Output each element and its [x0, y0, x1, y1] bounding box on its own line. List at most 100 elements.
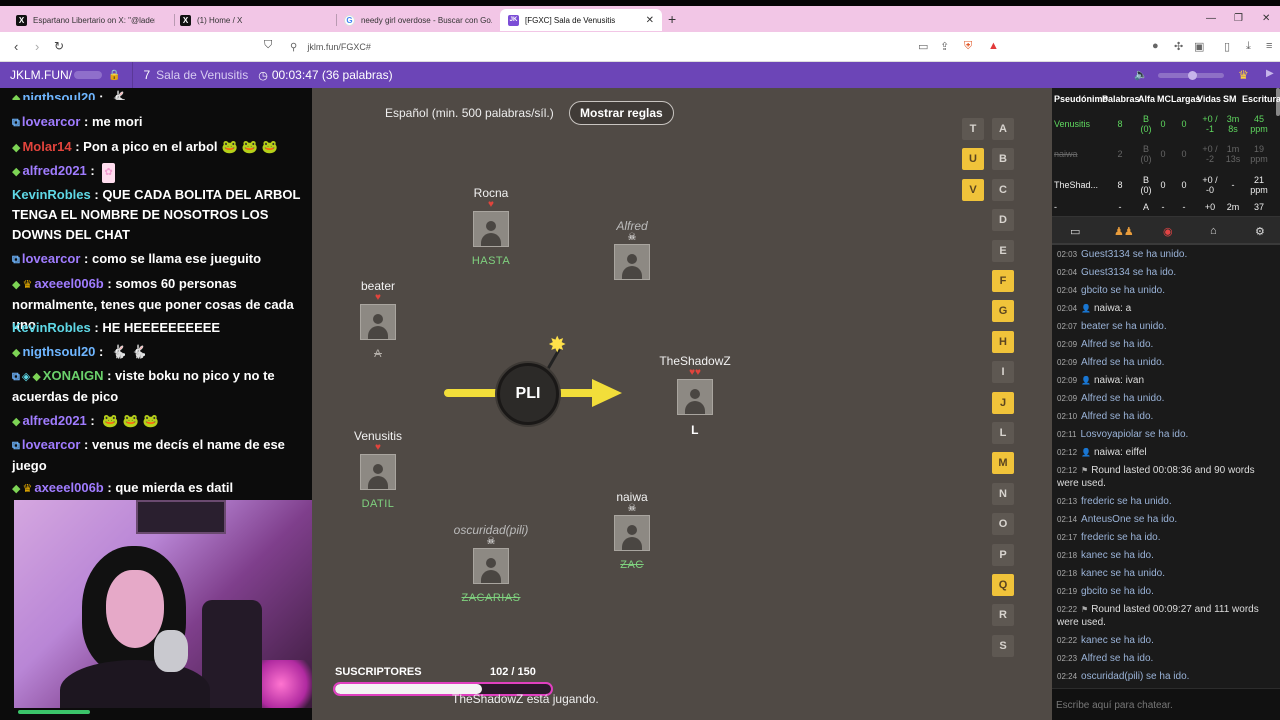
extension-icon[interactable]: ●: [1152, 40, 1159, 52]
log-text: kanec se ha unido.: [1081, 568, 1165, 579]
scoreboard-header[interactable]: SM: [1223, 94, 1237, 104]
scoreboard-header[interactable]: Vidas: [1197, 94, 1221, 104]
log-text: Alfred se ha ido.: [1081, 653, 1154, 664]
puzzle-icon[interactable]: ✣: [1174, 40, 1183, 53]
log-entry: 02:09 Alfred se ha unido.: [1057, 356, 1277, 369]
avatar: [614, 244, 650, 280]
settings-icon[interactable]: ⚙: [1255, 225, 1265, 238]
crown-icon[interactable]: ♛: [1238, 68, 1249, 82]
letter-a: A: [992, 118, 1014, 140]
chat-username: alfred2021: [22, 163, 87, 178]
screen-icon[interactable]: ▭: [918, 40, 928, 53]
player-theshadowz: TheShadowZ ♥♥ L: [635, 354, 755, 437]
log-text: gbcito se ha unido.: [1081, 285, 1165, 296]
round-icon: ⚑: [1081, 605, 1089, 614]
sidebar-icon[interactable]: ▯: [1224, 40, 1230, 53]
timer-text: 00:03:47 (36 palabras): [271, 68, 393, 82]
scoreboard-cell-alfa: A: [1142, 202, 1149, 212]
minimize-icon[interactable]: —: [1206, 13, 1216, 24]
site-info-icon[interactable]: ⚲: [290, 42, 297, 53]
log-time: 02:04: [1057, 286, 1078, 295]
volume-knob[interactable]: [1188, 71, 1197, 80]
microphone-icon: [154, 630, 188, 672]
bookmark-icon[interactable]: ⛉: [264, 39, 272, 52]
round-timer: ◷ 00:03:47 (36 palabras): [258, 68, 392, 82]
back-icon[interactable]: ‹: [14, 39, 18, 54]
player-beater: beater ♥ A: [318, 279, 438, 360]
log-entry: 02:09 👤 naiwa: ivan: [1057, 374, 1277, 387]
badge-icon: ⧉: [12, 440, 20, 452]
scoreboard-cell-sm: -: [1231, 180, 1235, 190]
close-tab-icon[interactable]: ✕: [646, 15, 654, 26]
chat-message: KevinRobles : HE HEEEEEEEEEE: [12, 320, 221, 335]
jklm-logo-icon: JK: [508, 14, 519, 26]
log-time: 02:03: [1057, 250, 1078, 259]
scoreboard-cell-largas: 0: [1181, 180, 1187, 190]
reload-icon[interactable]: ↻: [54, 39, 64, 53]
scoreboard-header[interactable]: Pseudónimo: [1054, 94, 1108, 104]
rewards-icon[interactable]: ▲: [988, 40, 999, 52]
download-icon[interactable]: ⤓: [1246, 40, 1251, 53]
scoreboard-row: TheShad... 8 B (0) 0 0 +0 / -0 - 21 ppm: [1052, 171, 1280, 199]
chat-message: ⧉ lovearcor : como se llama ese jueguito: [12, 249, 308, 270]
scoreboard-row: naiwa 2 B (0) 0 0 +0 / -2 1m 13s 19 ppm: [1052, 140, 1280, 168]
tab-google-search[interactable]: G needy girl overdose - Buscar con Go...: [336, 9, 500, 31]
avatar: [360, 454, 396, 490]
chat-tab-icon[interactable]: ▭: [1070, 225, 1080, 238]
panel-tabs: ▭ ♟♟ ◉ ⌂ ⚙: [1052, 216, 1280, 245]
log-text: naiwa: eiffel: [1094, 447, 1147, 458]
subscribers-count: 102 / 150: [490, 666, 536, 678]
tab-x-espartano[interactable]: X Espartano Libertario on X: "@ladere...: [8, 9, 175, 31]
home-tab-icon[interactable]: ⌂: [1210, 225, 1217, 237]
x-logo-icon: X: [16, 14, 27, 26]
url-field[interactable]: ⚲ jklm.fun/FGXC#: [282, 36, 1012, 58]
player-name: Rocna: [473, 186, 509, 200]
scoreboard-cell-escritura: 19 ppm: [1250, 144, 1268, 164]
log-entry: 02:12 ⚑ Round lasted 00:08:36 and 90 words…: [1057, 464, 1277, 490]
scoreboard-header[interactable]: MC: [1157, 94, 1171, 104]
log-text: frederic se ha ido.: [1081, 532, 1161, 543]
share-icon[interactable]: ⇪: [940, 40, 949, 53]
chat-username: axeeel006b: [34, 480, 104, 495]
chat-message: ◆ nigthsoul20 : 🐇 🐇: [12, 342, 308, 363]
new-tab-button[interactable]: +: [668, 11, 676, 27]
log-time: 02:18: [1057, 551, 1078, 560]
log-entry: 02:11 Losvoyapiolar se ha ido.: [1057, 428, 1277, 441]
scoreboard-header[interactable]: Palabras: [1102, 94, 1140, 104]
bunny-emote-icon: 🐇: [110, 344, 128, 359]
collapse-panel-icon[interactable]: ▶: [1266, 68, 1274, 79]
scoreboard-header[interactable]: Escritura: [1242, 94, 1280, 104]
site-brand[interactable]: JKLM.FUN/: [10, 68, 72, 82]
close-window-icon[interactable]: ✕: [1262, 13, 1270, 24]
address-bar-row: ‹ › ↻ ⛉ ⚲ jklm.fun/FGXC# ▭ ⇪ ⛨ ▲ ● ✣ ▣ ▯…: [0, 32, 1280, 62]
log-entry: 02:10 Alfred se ha ido.: [1057, 410, 1277, 423]
brave-shield-icon[interactable]: ⛨: [964, 40, 972, 53]
volume-icon[interactable]: 🔈: [1134, 68, 1148, 81]
tab-x-home[interactable]: X (1) Home / X: [172, 9, 337, 31]
player-name: oscuridad(pili): [453, 523, 529, 537]
scoreboard-header[interactable]: Alfa: [1138, 94, 1155, 104]
show-rules-button[interactable]: Mostrar reglas: [569, 101, 674, 125]
volume-slider[interactable]: [1158, 71, 1224, 80]
letter-q: Q: [992, 574, 1014, 596]
chat-username: lovearcor: [21, 114, 81, 129]
maximize-icon[interactable]: ❐: [1234, 13, 1243, 24]
chat-message: ⧉ lovearcor : me mori: [12, 112, 308, 133]
log-text: Guest3134 se ha ido.: [1081, 267, 1177, 278]
log-entry: 02:04 👤 naiwa: a: [1057, 302, 1277, 315]
chat-username: nigthsoul20: [22, 90, 96, 100]
letter-r: R: [992, 604, 1014, 627]
scoreboard-cell-sm: 2m: [1226, 202, 1240, 212]
room-log: 02:03 Guest3134 se ha unido. 02:04 Guest313…: [1052, 244, 1280, 690]
wallet-icon[interactable]: ▣: [1194, 40, 1204, 53]
players-tab-icon[interactable]: ♟♟: [1114, 225, 1134, 238]
log-text: oscuridad(pili) se ha ido.: [1081, 671, 1190, 682]
game-tab-icon[interactable]: ◉: [1163, 225, 1173, 238]
forward-icon[interactable]: ›: [35, 39, 39, 54]
log-time: 02:18: [1057, 569, 1078, 578]
avatar: [473, 548, 509, 584]
scoreboard-cell-vidas: +0: [1204, 202, 1216, 212]
tab-jklm-active[interactable]: JK [FGXC] Sala de Venusitis ✕: [500, 9, 662, 31]
menu-icon[interactable]: ≡: [1266, 40, 1272, 52]
chat-input[interactable]: [1056, 694, 1274, 716]
